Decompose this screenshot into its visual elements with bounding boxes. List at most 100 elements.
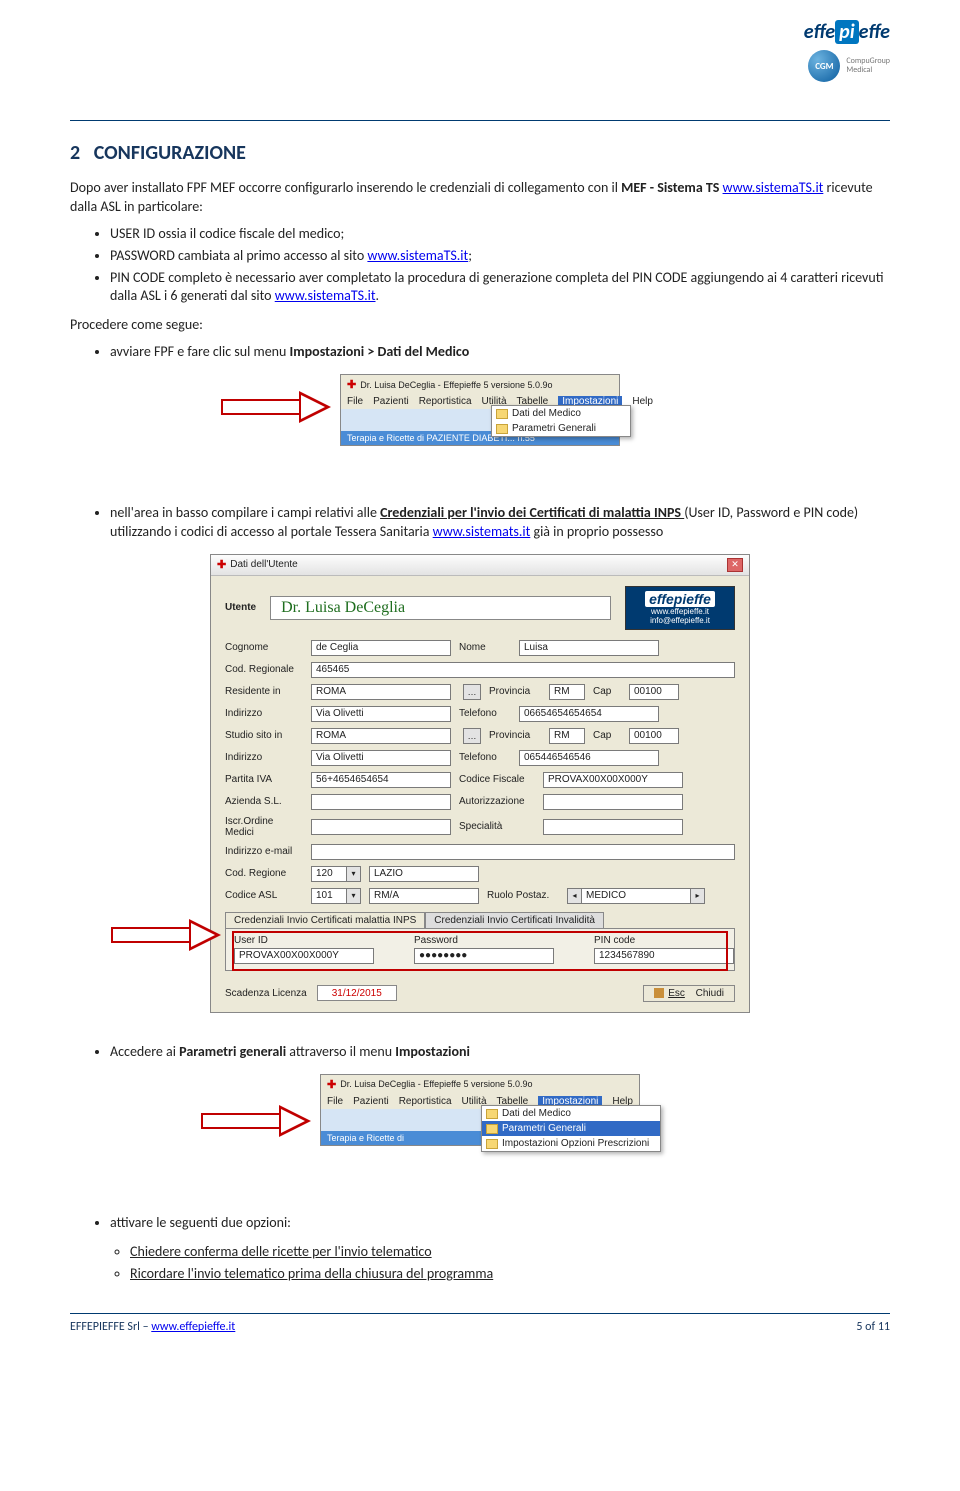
input-indirizzo2[interactable]: Via Olivetti [311, 750, 451, 766]
lookup-button[interactable]: … [463, 684, 481, 700]
window-titlebar: ✚ Dr. Luisa DeCeglia - Effepieffe 5 vers… [341, 375, 619, 394]
procedure-list-4: attivare le seguenti due opzioni: [70, 1214, 890, 1233]
list-item: Ricordare l'invio telematico prima della… [130, 1265, 890, 1284]
input-userid[interactable]: PROVAX00X00X000Y [234, 948, 374, 964]
input-piva[interactable]: 56+4654654654 [311, 772, 451, 788]
label-cap2: Cap [593, 730, 621, 741]
label-piva: Partita IVA [225, 774, 303, 785]
input-specialita[interactable] [543, 819, 683, 835]
menu-help[interactable]: Help [632, 396, 653, 407]
label-password: Password [414, 935, 554, 946]
input-residente[interactable]: ROMA [311, 684, 451, 700]
link-sistemats-4[interactable]: www.sistemats.it [433, 523, 531, 540]
input-autorizz[interactable] [543, 794, 683, 810]
input-password[interactable]: ●●●●●●●● [414, 948, 554, 964]
door-icon [654, 988, 664, 998]
combo-ruolo[interactable]: ◂ MEDICO ▸ [567, 888, 705, 904]
footer-link[interactable]: www.effepieffe.it [151, 1320, 235, 1334]
credenziali-panel: User ID PROVAX00X00X000Y Password ●●●●●●… [225, 928, 735, 971]
plus-icon: ✚ [327, 1078, 336, 1091]
input-ordine[interactable] [311, 819, 451, 835]
list-item: PASSWORD cambiata al primo accesso al si… [110, 247, 890, 266]
label-ruolo: Ruolo Postaz. [487, 890, 559, 901]
menu-file[interactable]: File [347, 396, 363, 407]
input-pincode[interactable]: 1234567890 [594, 948, 734, 964]
input-azienda[interactable] [311, 794, 451, 810]
input-codfisc[interactable]: PROVAX00X00X000Y [543, 772, 683, 788]
arrow-annotation [111, 923, 221, 947]
procedure-sublist: Chiedere conferma delle ricette per l'in… [70, 1243, 890, 1284]
input-email[interactable] [311, 844, 735, 860]
menu-file[interactable]: File [327, 1096, 343, 1107]
chevron-left-icon[interactable]: ◂ [567, 888, 581, 904]
label-pincode: PIN code [594, 935, 734, 946]
screenshot-dati-utente: ✚ Dati dell'Utente ✕ Utente Dr. Luisa De… [210, 554, 750, 1013]
header-logos: effepieffe CGM CompuGroup Medical [804, 20, 890, 82]
utente-name-display: Dr. Luisa DeCeglia [270, 596, 611, 620]
utente-label: Utente [225, 602, 256, 613]
label-codreg: Cod. Regionale [225, 664, 303, 675]
chevron-right-icon[interactable]: ▸ [691, 888, 705, 904]
label-codregione: Cod. Regione [225, 868, 303, 879]
input-telefono2[interactable]: 065446546546 [519, 750, 659, 766]
label-userid: User ID [234, 935, 374, 946]
label-telefono2: Telefono [459, 752, 511, 763]
label-ordine: Iscr.Ordine Medici [225, 816, 303, 838]
list-item: USER ID ossia il codice fiscale del medi… [110, 225, 890, 244]
input-provincia2[interactable]: RM [549, 728, 585, 744]
page-number: 5 of 11 [856, 1320, 890, 1334]
label-cap: Cap [593, 686, 621, 697]
label-indirizzo2: Indirizzo [225, 752, 303, 763]
combo-codregione[interactable]: 120▾ [311, 866, 361, 882]
input-asl[interactable]: RM/A [369, 888, 479, 904]
input-indirizzo[interactable]: Via Olivetti [311, 706, 451, 722]
input-cap[interactable]: 00100 [629, 684, 679, 700]
effepieffe-panel-logo: effepieffe www.effepieffe.it info@effepi… [625, 586, 735, 630]
link-sistemats-1[interactable]: www.sistemaTS.it [723, 179, 824, 196]
list-item: avviare FPF e fare clic sul menu Imposta… [110, 343, 890, 362]
input-provincia[interactable]: RM [549, 684, 585, 700]
tab-credenziali-invalidita[interactable]: Credenziali Invio Certificati Invalidità [425, 912, 604, 928]
label-telefono: Telefono [459, 708, 511, 719]
window-titlebar: ✚ Dr. Luisa DeCeglia - Effepieffe 5 vers… [321, 1075, 639, 1094]
link-sistemats-2[interactable]: www.sistemaTS.it [367, 247, 468, 264]
menu-item-parametri-generali[interactable]: Parametri Generali [492, 421, 630, 436]
close-button[interactable]: ✕ [727, 558, 743, 572]
menu-item-dati-medico[interactable]: Dati del Medico [482, 1106, 660, 1121]
window-title: Dr. Luisa DeCeglia - Effepieffe 5 versio… [340, 1079, 532, 1089]
screenshot-impostazioni-menu: ✚ Dr. Luisa DeCeglia - Effepieffe 5 vers… [340, 374, 620, 446]
effepieffe-logo: effepieffe [804, 20, 890, 44]
menu-item-opzioni-prescrizioni[interactable]: Impostazioni Opzioni Prescrizioni [482, 1136, 660, 1151]
menu-item-dati-medico[interactable]: Dati del Medico [492, 406, 630, 421]
tab-credenziali-inps[interactable]: Credenziali Invio Certificati malattia I… [225, 912, 425, 928]
combo-codasl[interactable]: 101▾ [311, 888, 361, 904]
chiudi-button[interactable]: Esc Chiudi [643, 985, 735, 1002]
lookup-button[interactable]: … [463, 728, 481, 744]
input-scadenza[interactable]: 31/12/2015 [317, 985, 397, 1001]
input-cap2[interactable]: 00100 [629, 728, 679, 744]
input-telefono[interactable]: 06654654654654 [519, 706, 659, 722]
input-nome[interactable]: Luisa [519, 640, 659, 656]
input-studio[interactable]: ROMA [311, 728, 451, 744]
cgm-logo: CGM CompuGroup Medical [808, 50, 890, 82]
label-codasl: Codice ASL [225, 890, 303, 901]
link-sistemats-3[interactable]: www.sistemaTS.it [275, 287, 376, 304]
cgm-ball-icon: CGM [808, 50, 840, 82]
label-codfisc: Codice Fiscale [459, 774, 535, 785]
input-cognome[interactable]: de Ceglia [311, 640, 451, 656]
procedure-list-1: avviare FPF e fare clic sul menu Imposta… [70, 343, 890, 362]
chevron-down-icon[interactable]: ▾ [347, 888, 361, 904]
menu-reportistica[interactable]: Reportistica [399, 1096, 452, 1107]
menu-item-parametri-generali[interactable]: Parametri Generali [482, 1121, 660, 1136]
input-codreg[interactable]: 465465 [311, 662, 735, 678]
header-rule [70, 120, 890, 121]
page-footer: EFFEPIEFFE Srl – www.effepieffe.it 5 of … [70, 1313, 890, 1334]
input-regione[interactable]: LAZIO [369, 866, 479, 882]
menu-pazienti[interactable]: Pazienti [373, 396, 409, 407]
menu-pazienti[interactable]: Pazienti [353, 1096, 389, 1107]
menu-reportistica[interactable]: Reportistica [419, 396, 472, 407]
list-item: attivare le seguenti due opzioni: [110, 1214, 890, 1233]
chevron-down-icon[interactable]: ▾ [347, 866, 361, 882]
label-provincia2: Provincia [489, 730, 541, 741]
label-azienda: Azienda S.L. [225, 796, 303, 807]
